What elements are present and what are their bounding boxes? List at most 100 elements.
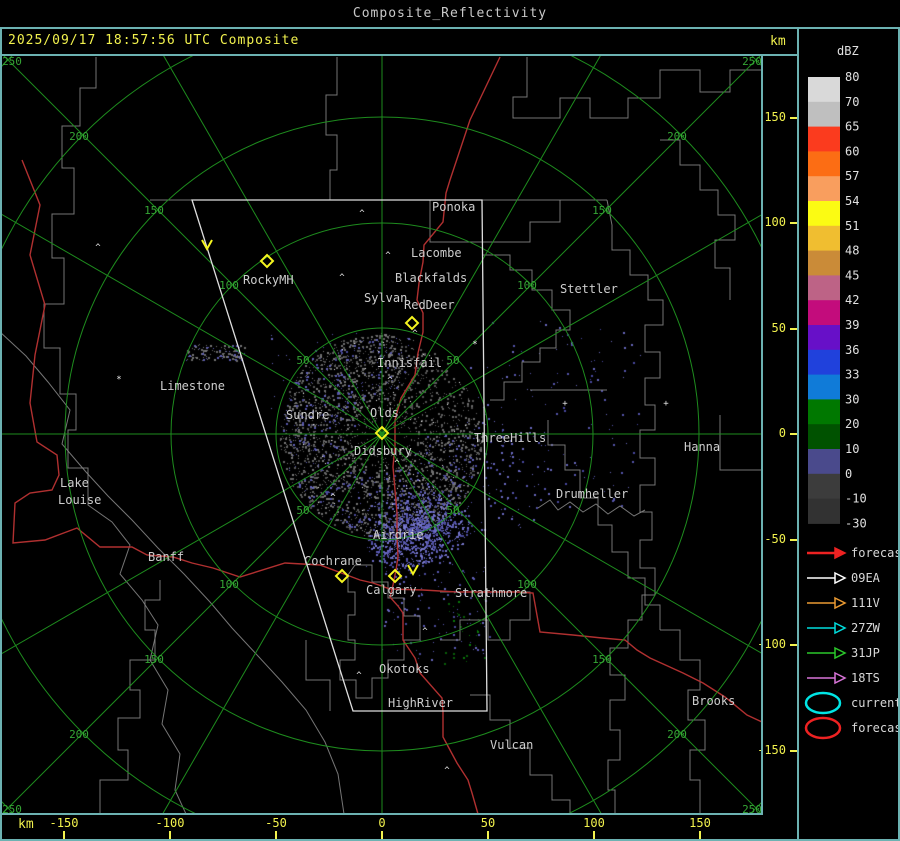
range-ring-label: 200 xyxy=(69,728,89,741)
town-caret-marker: ^ xyxy=(412,329,418,339)
city-label-strathmore: Strathmore xyxy=(455,586,527,600)
legend-ellipse-icon xyxy=(804,691,842,715)
map-border-bottom xyxy=(0,813,763,815)
colorbar-swatch xyxy=(808,201,840,227)
colorbar-and-legend: 80 70 65 60 57 54 51 48 45 42 39 36 33 30 20 10 0 -10 -30 f… xyxy=(804,70,900,740)
azimuth-spoke xyxy=(3,56,383,435)
city-label-brooks: Brooks xyxy=(692,694,735,708)
colorbar-swatch xyxy=(808,498,840,524)
legend-row-label: 31JP xyxy=(851,646,880,660)
bottom-axis-tick xyxy=(487,831,489,839)
radar-site-diamond-icon[interactable] xyxy=(404,315,420,331)
county-boundary xyxy=(482,254,571,401)
range-ring-label: 50 xyxy=(446,504,459,517)
colorbar-value-label: 57 xyxy=(845,169,859,183)
city-label-okotoks: Okotoks xyxy=(379,662,430,676)
colorbar-value-label: -10 xyxy=(845,492,867,506)
legend-arrowhead-icon xyxy=(834,671,847,685)
town-plus-marker: + xyxy=(562,399,568,409)
legend-arrowhead-icon xyxy=(834,621,847,635)
city-label-reddeer: RedDeer xyxy=(404,298,455,312)
city-label-stettler: Stettler xyxy=(560,282,618,296)
azimuth-spoke xyxy=(2,433,383,654)
colorbar-value-label: 45 xyxy=(845,268,859,282)
colorbar-swatch xyxy=(808,374,840,400)
bottom-axis-tick-label: 100 xyxy=(583,816,605,830)
town-caret-marker: ^ xyxy=(339,273,345,283)
city-label-calgary: Calgary xyxy=(366,583,417,597)
colorbar-value-label: 51 xyxy=(845,219,859,233)
colorbar-swatch xyxy=(808,399,840,425)
city-label-innisfail: Innisfail xyxy=(377,356,442,370)
colorbar-swatch xyxy=(808,275,840,301)
azimuth-spoke xyxy=(381,56,761,435)
titlebar-divider xyxy=(0,27,900,29)
colorbar-value-label: 54 xyxy=(845,194,859,208)
colorbar-swatch xyxy=(808,225,840,252)
town-star-marker: * xyxy=(116,375,121,385)
county-boundary xyxy=(537,499,646,517)
azimuth-spoke xyxy=(381,433,762,654)
range-ring-label: 150 xyxy=(592,653,612,666)
city-label-cochrane: Cochrane xyxy=(304,554,362,568)
range-ring-label: 50 xyxy=(296,354,309,367)
colorbar-swatch xyxy=(808,349,840,376)
county-boundary xyxy=(660,629,706,814)
bottom-axis-tick xyxy=(63,831,65,839)
range-ring-label: 50 xyxy=(296,504,309,517)
city-label-airdrie: Airdrie xyxy=(373,528,424,542)
town-caret-marker: ^ xyxy=(356,671,362,681)
county-boundary xyxy=(512,57,762,119)
bottom-axis-tick xyxy=(699,831,701,839)
colorbar-value-label: 30 xyxy=(845,392,859,406)
town-caret-marker: ^ xyxy=(422,627,428,637)
colorbar-value-label: 36 xyxy=(845,343,859,357)
legend-arrowhead-icon xyxy=(834,546,847,560)
axis-unit-top-label: km xyxy=(770,34,786,49)
bottom-axis-tick-label: 0 xyxy=(378,816,386,830)
colorbar-swatch xyxy=(808,126,840,152)
city-label-louise: Louise xyxy=(58,493,101,507)
legend-panel: dBZ 80 70 65 60 57 54 51 48 45 42 39 36 33 30 20 10 0 -10… xyxy=(799,28,900,840)
city-label-banff: Banff xyxy=(148,550,184,564)
city-label-highriver: HighRiver xyxy=(388,696,453,710)
panel-divider xyxy=(797,27,799,839)
city-label-vulcan: Vulcan xyxy=(490,738,533,752)
colorbar-swatch xyxy=(808,77,840,103)
town-caret-marker: ^ xyxy=(385,251,391,261)
radar-map-viewport[interactable]: 50 50 50 50 100 100 100 100 150 150 150 150 200 200 20… xyxy=(2,56,762,814)
legend-row-label: forecast xyxy=(851,721,900,735)
town-star-marker: * xyxy=(472,340,477,350)
title-bar: Composite_Reflectivity xyxy=(0,0,900,27)
timestamp-label: 2025/09/17 18:57:56 UTC Composite xyxy=(8,33,300,48)
colorbar-value-label: 20 xyxy=(845,417,859,431)
range-ring-label: 250 xyxy=(742,56,762,68)
city-label-lacombe: Lacombe xyxy=(411,246,462,260)
highway-line xyxy=(12,159,762,723)
map-border-right xyxy=(761,54,763,815)
city-label-blackfalds: Blackfalds xyxy=(395,271,467,285)
colorbar-value-label: 0 xyxy=(845,467,852,481)
city-label-ponoka: Ponoka xyxy=(432,200,475,214)
city-label-sundre: Sundre xyxy=(286,408,329,422)
legend-row-label: 27ZW xyxy=(851,621,881,635)
county-boundary xyxy=(99,580,161,814)
city-label-limestone: Limestone xyxy=(160,379,225,393)
bottom-axis: km -150 -100 -50 0 50 100 150 xyxy=(0,814,798,840)
colorbar-swatch xyxy=(808,449,840,475)
town-caret-marker: ^ xyxy=(387,376,393,386)
range-ring-label: 250 xyxy=(2,56,22,68)
town-caret-marker: ^ xyxy=(330,493,336,503)
range-ring-label: 200 xyxy=(667,130,687,143)
colorbar-value-label: -30 xyxy=(845,516,867,530)
legend-arrowhead-icon xyxy=(834,571,847,585)
colorbar-value-label: 60 xyxy=(845,144,859,158)
county-boundary xyxy=(305,640,331,711)
right-axis: 150 100 50 0 -50 -100 -150 xyxy=(757,56,798,814)
town-caret-marker: ^ xyxy=(444,766,450,776)
page-title: Composite_Reflectivity xyxy=(352,6,548,21)
bottom-axis-tick xyxy=(381,831,383,839)
map-overlay-layer: 50 5050 50100 100100 100150 150150 150200 20020… xyxy=(2,56,762,814)
legend-arrowhead-icon xyxy=(834,596,847,610)
bottom-axis-tick xyxy=(593,831,595,839)
